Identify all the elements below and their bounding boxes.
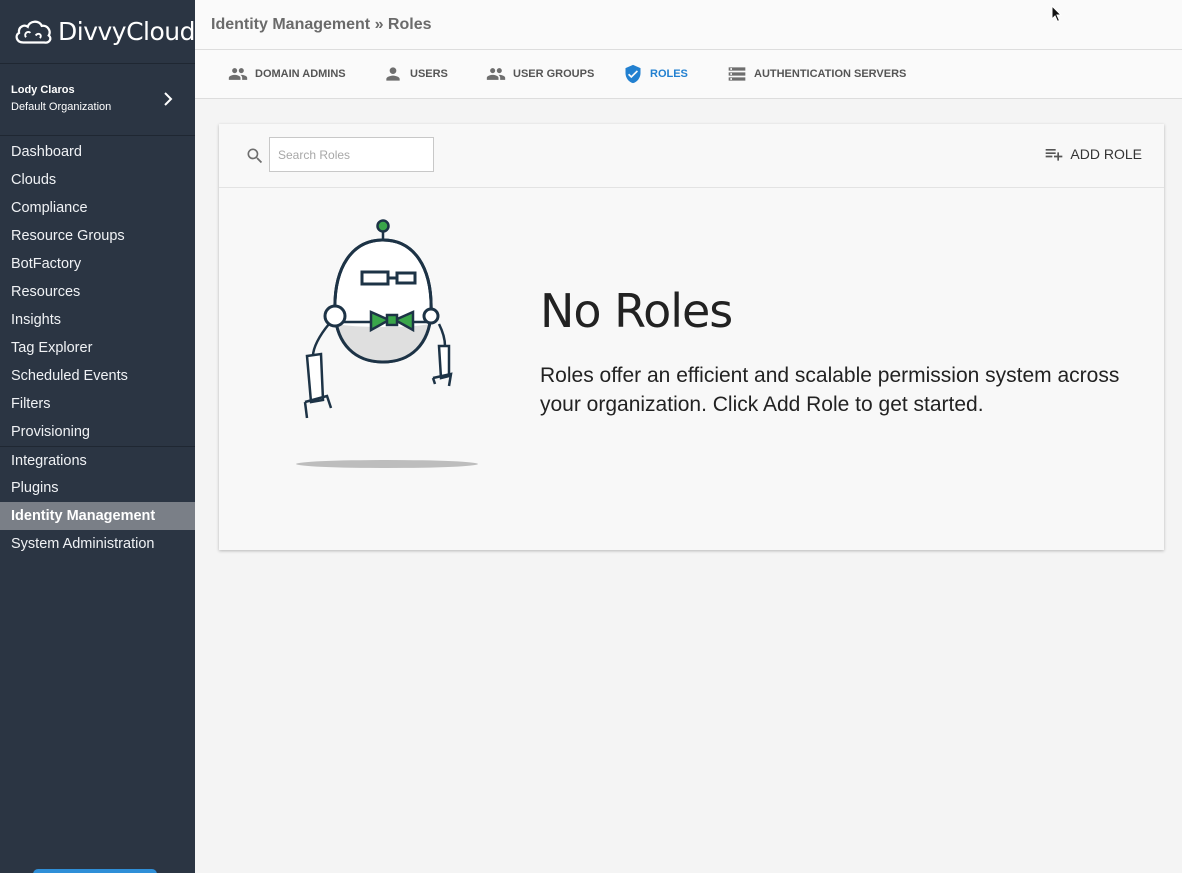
person-icon: [386, 67, 400, 81]
search-input[interactable]: [269, 137, 434, 172]
sidebar-item-filters[interactable]: Filters: [0, 390, 195, 418]
tab-user-groups[interactable]: USER GROUPS: [486, 50, 594, 98]
breadcrumb: Identity Management » Roles: [211, 16, 432, 33]
tab-roles[interactable]: ROLES: [623, 50, 688, 98]
sidebar-item-integrations[interactable]: Integrations: [0, 446, 195, 474]
logo[interactable]: DivvyCloud: [0, 0, 196, 64]
people-icon: [486, 68, 506, 80]
sidebar-bottom-button[interactable]: [33, 869, 157, 873]
sidebar-item-system-administration[interactable]: System Administration: [0, 530, 195, 558]
sidebar-item-scheduled-events[interactable]: Scheduled Events: [0, 362, 195, 390]
sidebar-item-dashboard[interactable]: Dashboard: [0, 138, 195, 166]
sidebar-item-insights[interactable]: Insights: [0, 306, 195, 334]
shield-check-icon: [625, 64, 641, 84]
robot-illustration: [296, 219, 478, 468]
sidebar-item-botfactory[interactable]: BotFactory: [0, 250, 195, 278]
add-role-label: ADD ROLE: [1070, 146, 1142, 162]
org-name: Default Organization: [11, 101, 112, 113]
mouse-cursor-icon: [1051, 5, 1063, 23]
org-switcher[interactable]: Lody Claros Default Organization: [0, 64, 195, 136]
sidebar-item-compliance[interactable]: Compliance: [0, 194, 195, 222]
card-toolbar: ADD ROLE: [219, 124, 1164, 188]
tab-label: AUTHENTICATION SERVERS: [754, 68, 907, 80]
sidebar-item-resources[interactable]: Resources: [0, 278, 195, 306]
search-icon: [247, 148, 263, 164]
cloud-logo-icon: [15, 20, 52, 44]
sidebar-item-resource-groups[interactable]: Resource Groups: [0, 222, 195, 250]
sidebar-item-tag-explorer[interactable]: Tag Explorer: [0, 334, 195, 362]
tab-label: DOMAIN ADMINS: [255, 68, 346, 80]
tab-label: USERS: [410, 68, 448, 80]
tab-authentication-servers[interactable]: AUTHENTICATION SERVERS: [727, 50, 906, 98]
empty-state-title: No Roles: [540, 284, 733, 338]
sidebar-item-plugins[interactable]: Plugins: [0, 474, 195, 502]
page-header: Identity Management » Roles: [195, 0, 1182, 50]
add-role-button[interactable]: ADD ROLE: [1044, 144, 1142, 164]
org-user-name: Lody Claros: [11, 84, 75, 96]
tab-bar: DOMAIN ADMINS USERS USER GROUPS ROLES AU…: [195, 50, 1182, 99]
tab-users[interactable]: USERS: [383, 50, 448, 98]
tab-label: USER GROUPS: [513, 68, 595, 80]
tab-label: ROLES: [650, 68, 688, 80]
sidebar-item-clouds[interactable]: Clouds: [0, 166, 195, 194]
chevron-right-icon: [164, 92, 173, 106]
server-icon: [728, 67, 746, 81]
tab-domain-admins[interactable]: DOMAIN ADMINS: [228, 50, 346, 98]
sidebar-item-identity-management[interactable]: Identity Management: [0, 502, 195, 530]
roles-card: ADD ROLE No Roles Roles offer an ef: [219, 124, 1164, 550]
playlist-add-icon: [1046, 149, 1063, 161]
sidebar: DivvyCloud Lody Claros Default Organizat…: [0, 0, 196, 873]
sidebar-item-provisioning[interactable]: Provisioning: [0, 418, 195, 446]
empty-state-text: Roles offer an efficient and scalable pe…: [540, 364, 1120, 416]
logo-text: DivvyCloud: [58, 17, 196, 46]
sidebar-nav: Dashboard Clouds Compliance Resource Gro…: [0, 136, 195, 558]
people-icon: [228, 68, 248, 80]
